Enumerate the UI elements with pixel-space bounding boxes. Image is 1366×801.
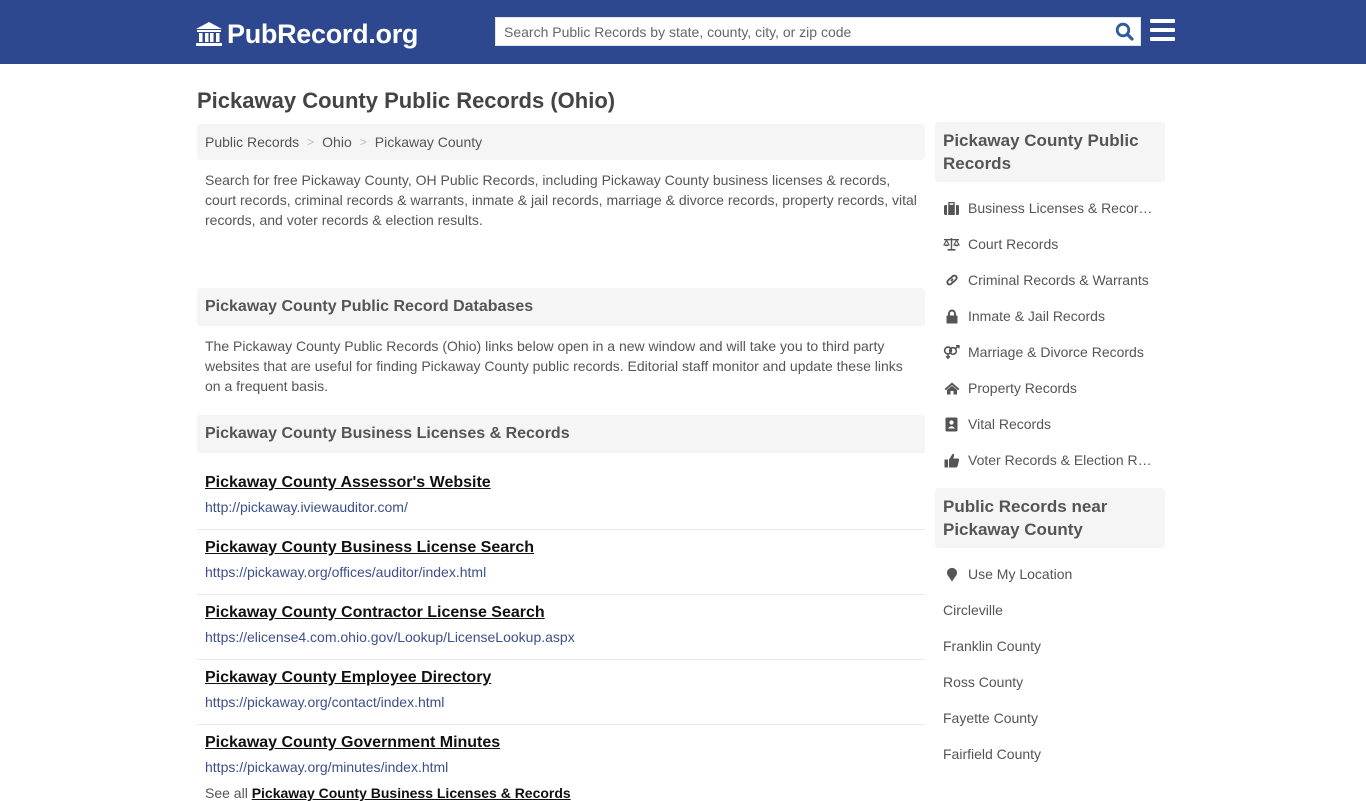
hamburger-menu-button[interactable] xyxy=(1150,19,1175,42)
sidebar-item-marriage[interactable]: Marriage & Divorce Records xyxy=(935,334,1165,370)
sidebar: Pickaway County Public Records Business … xyxy=(935,122,1165,772)
sidebar-item-vital[interactable]: Vital Records xyxy=(935,406,1165,442)
sidebar-item-criminal[interactable]: Criminal Records & Warrants xyxy=(935,262,1165,298)
address-book-icon xyxy=(943,416,960,432)
record-link-title[interactable]: Pickaway County Contractor License Searc… xyxy=(205,602,917,624)
venus-mars-icon xyxy=(943,344,960,360)
list-item: Pickaway County Business License Search … xyxy=(197,530,925,595)
link-icon xyxy=(943,272,960,288)
see-all-prefix: See all xyxy=(205,785,248,801)
sidebar-records-list: Business Licenses & Records Court Record… xyxy=(935,182,1165,478)
intro-text: Search for free Pickaway County, OH Publ… xyxy=(205,172,917,228)
see-all-row: See all Pickaway County Business License… xyxy=(197,785,925,801)
sidebar-records-heading: Pickaway County Public Records xyxy=(935,122,1165,182)
nearby-item[interactable]: Circleville xyxy=(935,592,1165,628)
nearby-item[interactable]: Ross County xyxy=(935,664,1165,700)
list-item: Pickaway County Contractor License Searc… xyxy=(197,595,925,660)
use-my-location-button[interactable]: Use My Location xyxy=(935,556,1165,592)
lock-icon xyxy=(943,308,960,324)
sidebar-nearby-heading: Public Records near Pickaway County xyxy=(935,488,1165,548)
record-link-url: https://pickaway.org/minutes/index.html xyxy=(205,759,449,775)
breadcrumb: Public Records > Ohio > Pickaway County xyxy=(197,124,925,160)
nearby-list: Use My Location Circleville Franklin Cou… xyxy=(935,548,1165,772)
business-heading: Pickaway County Business Licenses & Reco… xyxy=(197,415,925,453)
see-all-link[interactable]: Pickaway County Business Licenses & Reco… xyxy=(252,785,571,801)
breadcrumb-ohio[interactable]: Ohio xyxy=(322,134,352,150)
nearby-section: Public Records near Pickaway County Use … xyxy=(935,488,1165,772)
main-content: Public Records > Ohio > Pickaway County … xyxy=(197,124,925,801)
sidebar-item-inmate[interactable]: Inmate & Jail Records xyxy=(935,298,1165,334)
nearby-item[interactable]: Fayette County xyxy=(935,700,1165,736)
record-link-title[interactable]: Pickaway County Employee Directory xyxy=(205,667,917,689)
breadcrumb-separator: > xyxy=(359,135,367,149)
sidebar-item-voter[interactable]: Voter Records & Election Results xyxy=(935,442,1165,478)
sidebar-item-court[interactable]: Court Records xyxy=(935,226,1165,262)
record-link-url: https://pickaway.org/contact/index.html xyxy=(205,694,445,710)
briefcase-icon xyxy=(943,200,960,216)
record-link-url: https://elicense4.com.ohio.gov/Lookup/Li… xyxy=(205,629,575,645)
record-link-title[interactable]: Pickaway County Assessor's Website xyxy=(205,472,917,494)
balance-scale-icon xyxy=(943,236,960,252)
list-item: Pickaway County Assessor's Website http:… xyxy=(197,465,925,530)
search-input[interactable] xyxy=(496,18,1108,45)
top-navbar: PubRecord.org xyxy=(0,0,1366,64)
breadcrumb-pickaway-county[interactable]: Pickaway County xyxy=(375,134,482,150)
map-marker-icon xyxy=(943,566,960,582)
home-icon xyxy=(943,380,960,396)
search-icon xyxy=(1115,22,1134,41)
record-link-url: http://pickaway.iviewauditor.com/ xyxy=(205,499,408,515)
search-button[interactable] xyxy=(1108,18,1140,45)
databases-heading: Pickaway County Public Record Databases xyxy=(197,288,925,326)
record-link-url: https://pickaway.org/offices/auditor/ind… xyxy=(205,564,487,580)
logo-text: PubRecord.org xyxy=(227,19,419,49)
search-bar xyxy=(495,17,1141,46)
list-item: Pickaway County Employee Directory https… xyxy=(197,660,925,725)
site-logo[interactable]: PubRecord.org xyxy=(195,18,418,50)
record-link-title[interactable]: Pickaway County Business License Search xyxy=(205,537,917,559)
record-link-title[interactable]: Pickaway County Government Minutes xyxy=(205,732,917,754)
sidebar-item-property[interactable]: Property Records xyxy=(935,370,1165,406)
sidebar-item-business[interactable]: Business Licenses & Records xyxy=(935,190,1165,226)
list-item: Pickaway County Government Minutes https… xyxy=(197,725,925,783)
nearby-item[interactable]: Franklin County xyxy=(935,628,1165,664)
thumbs-up-icon xyxy=(943,452,960,468)
courthouse-icon xyxy=(195,21,223,47)
databases-text: The Pickaway County Public Records (Ohio… xyxy=(205,338,903,394)
business-links-list: Pickaway County Assessor's Website http:… xyxy=(197,465,925,783)
breadcrumb-separator: > xyxy=(307,135,315,149)
page-title: Pickaway County Public Records (Ohio) xyxy=(197,88,616,113)
nearby-item[interactable]: Fairfield County xyxy=(935,736,1165,772)
breadcrumb-public-records[interactable]: Public Records xyxy=(205,134,299,150)
